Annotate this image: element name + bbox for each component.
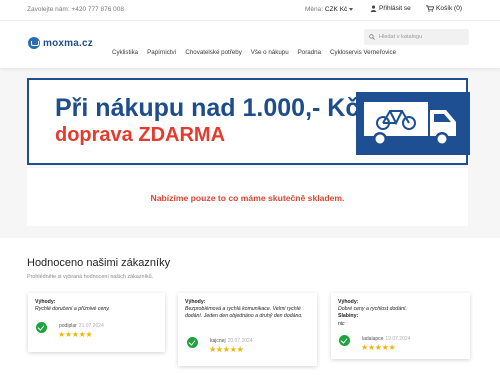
- search-input[interactable]: [379, 34, 464, 40]
- currency-selector[interactable]: Měna: CZK Kč: [305, 6, 354, 13]
- search-box: [364, 29, 469, 45]
- login-link[interactable]: Přihlásit se: [370, 5, 411, 12]
- verified-check-icon: [187, 337, 198, 348]
- review-cons-label: Slabiny:: [338, 313, 359, 320]
- review-stars: ★★★★★: [58, 330, 93, 339]
- contact-phone[interactable]: Zavolejte nám: +420 777 876 008: [27, 6, 124, 13]
- review-pros-label: Výhody:: [338, 299, 359, 305]
- main-nav: Cyklistika Papírnictví Chovatelské potře…: [112, 49, 396, 56]
- nav-item-chovatelske-potreby[interactable]: Chovatelské potřeby: [185, 49, 241, 56]
- banner-headline: Při nákupu nad 1.000,- Kč: [55, 94, 360, 122]
- reviews-subtitle: Prohlédněte si vybraná hodnocení našich …: [27, 274, 154, 280]
- stock-notice-text: Nabízíme pouze to co máme skutečně sklad…: [150, 193, 345, 203]
- review-pros-label: Výhody:: [35, 299, 56, 305]
- cart-icon: [426, 5, 434, 12]
- review-author: podiplar 21.07.2024: [59, 323, 104, 329]
- review-text: Rychlé doručení a příznivé ceny.: [35, 306, 110, 312]
- nav-item-papirnictvi[interactable]: Papírnictví: [147, 49, 176, 56]
- top-bar: Zavolejte nám: +420 777 876 008 Měna: CZ…: [0, 0, 500, 20]
- review-cons-text: nic: [338, 320, 345, 327]
- free-shipping-banner[interactable]: Při nákupu nad 1.000,- Kč doprava ZDARMA: [27, 78, 470, 165]
- review-author: ladalapce 19.07.2024: [362, 336, 410, 342]
- review-text: Dobré ceny a rychlost dodání. Slabiny: nic: [338, 306, 462, 328]
- stock-notice: Nabízíme pouze to co máme skutečně sklad…: [27, 168, 468, 226]
- review-author-name: podiplar: [59, 323, 77, 329]
- site-logo[interactable]: moxma.cz: [28, 37, 93, 49]
- review-stars: ★★★★★: [361, 343, 396, 352]
- login-label: Přihlásit se: [379, 5, 411, 12]
- logo-text: moxma.cz: [43, 37, 93, 49]
- nav-item-vse-o-nakupu[interactable]: Vše o nákupu: [251, 49, 289, 56]
- nav-item-cykloservis[interactable]: Cykloservis Verneřovice: [330, 49, 396, 56]
- delivery-truck-icon: [356, 92, 470, 155]
- cart-label: Košík (0): [436, 5, 463, 12]
- currency-label: Měna:: [305, 6, 324, 13]
- banner-subheadline: doprava ZDARMA: [55, 124, 226, 146]
- review-text: Bezproblémová a rychlá komunikace. Velmi…: [185, 306, 303, 320]
- review-pros-text: Dobré ceny a rychlost dodání.: [338, 306, 407, 312]
- review-card: Výhody: Dobré ceny a rychlost dodání. Sla…: [331, 293, 470, 359]
- review-stars: ★★★★★: [209, 345, 244, 354]
- reviews-section: Hodnoceno našimi zákazníky Prohlédněte s…: [0, 238, 500, 375]
- site-header: moxma.cz Cyklistika Papírnictví Chovatel…: [0, 20, 500, 68]
- review-card: Výhody: Rychlé doručení a příznivé ceny.…: [28, 293, 165, 352]
- review-author-name: ladalapce: [362, 336, 384, 342]
- review-pros-label: Výhody:: [185, 299, 206, 305]
- verified-check-icon: [339, 335, 350, 346]
- review-card: Výhody: Bezproblémová a rychlá komunikac…: [178, 293, 317, 366]
- chevron-down-icon: [349, 7, 354, 11]
- cart-link[interactable]: Košík (0): [426, 5, 462, 12]
- review-date: 21.07.2024: [78, 323, 104, 329]
- nav-item-cyklistika[interactable]: Cyklistika: [112, 49, 138, 56]
- user-icon: [370, 5, 377, 12]
- logo-icon: [28, 37, 40, 49]
- review-date: 20.07.2024: [227, 338, 253, 344]
- search-icon[interactable]: [369, 34, 375, 40]
- review-date: 19.07.2024: [385, 336, 411, 342]
- nav-item-poradna[interactable]: Poradna: [298, 49, 321, 56]
- review-author: kajcnej 20.07.2024: [210, 338, 253, 344]
- review-author-name: kajcnej: [210, 338, 226, 344]
- currency-value: CZK Kč: [324, 6, 348, 13]
- verified-check-icon: [36, 322, 47, 333]
- reviews-title: Hodnoceno našimi zákazníky: [27, 257, 171, 269]
